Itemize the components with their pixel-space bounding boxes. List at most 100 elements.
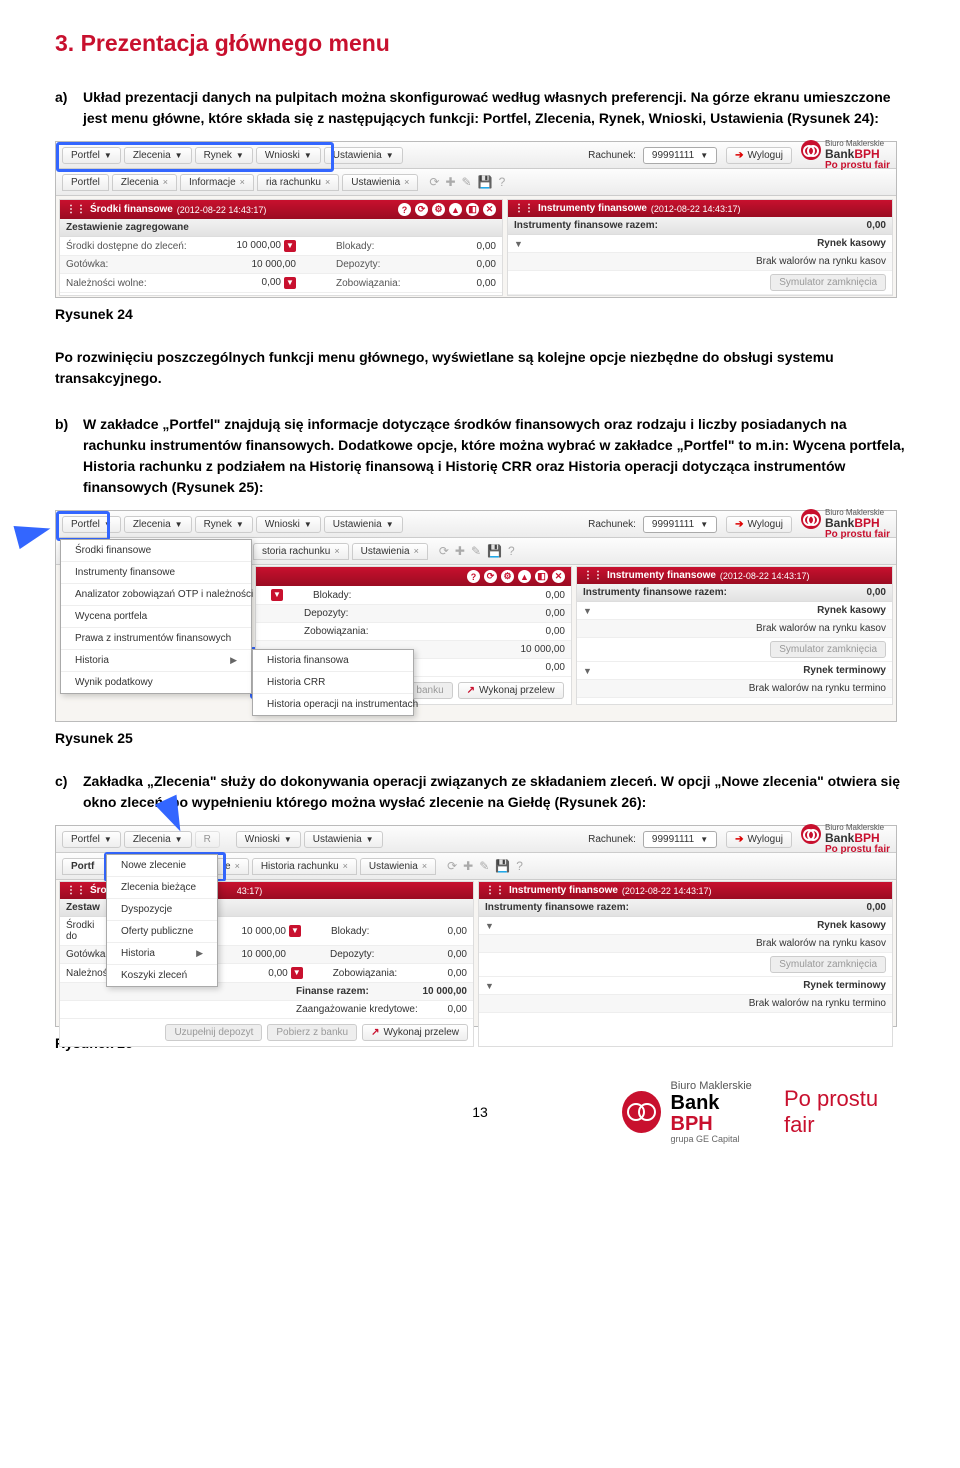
value-finanse-razem: 10 000,00 <box>386 986 467 997</box>
tab-ustawienia[interactable]: Ustawienia× <box>352 543 428 560</box>
menu-zlecenia[interactable]: Zlecenia▼ <box>124 516 192 533</box>
label-naleznosci: Należności wolne: <box>66 278 216 289</box>
chevron-down-icon: ▼ <box>175 151 183 160</box>
logout-button[interactable]: ➔Wyloguj <box>726 516 792 533</box>
dd-analizator[interactable]: Analizator zobowiązań OTP i należności <box>61 584 251 606</box>
dd-historia-crr[interactable]: Historia CRR <box>253 672 413 694</box>
menu-zlecenia[interactable]: Zlecenia▼ <box>124 147 192 164</box>
close-icon[interactable]: × <box>325 177 330 187</box>
paragraph-a: a) Układ prezentacji danych na pulpitach… <box>55 87 905 129</box>
tab-zlecenia[interactable]: Zlecenia× <box>112 174 177 191</box>
value-blokady: 0,00 <box>426 241 496 252</box>
menu-wnioski[interactable]: Wnioski▼ <box>256 516 321 533</box>
dd-dyspozycje[interactable]: Dyspozycje <box>107 899 217 921</box>
dd-nowe-zlecenie[interactable]: Nowe zlecenie <box>107 855 217 877</box>
tab-ustawienia[interactable]: Ustawienia× <box>360 858 436 875</box>
close-icon[interactable]: ✕ <box>483 203 496 216</box>
tab-historia[interactable]: Historia rachunku× <box>252 858 357 875</box>
dd-wycena[interactable]: Wycena portfela <box>61 606 251 628</box>
menu-wnioski[interactable]: Wnioski▼ <box>236 831 301 848</box>
menu-portfel[interactable]: Portfel▼ <box>62 147 121 164</box>
chevron-down-icon: ▼ <box>386 151 394 160</box>
grip-icon[interactable]: ⋮⋮ <box>66 204 86 215</box>
menu-portfel[interactable]: Portfel▼ <box>62 831 121 848</box>
account-selector[interactable]: 99991111▼ <box>643 516 717 533</box>
dropdown-zlecenia: Nowe zlecenie Zlecenia bieżące Dyspozycj… <box>106 854 218 987</box>
menu-portfel[interactable]: Portfel▼ <box>62 516 121 533</box>
save-icon[interactable]: 💾 <box>478 175 493 189</box>
value-zobowiazania: 0,00 <box>426 278 496 289</box>
refresh-icon[interactable]: ⟳ <box>429 175 439 189</box>
menu-rynek[interactable]: Rynek▼ <box>195 147 253 164</box>
tab-portfel[interactable]: Portf <box>62 858 110 875</box>
msg-brak-terminowy: Brak walorów na rynku termino <box>749 683 886 694</box>
main-menu-bar: Portfel▼ Zlecenia▼ Rynek▼ Wnioski▼ Ustaw… <box>56 142 896 169</box>
dropdown-portfel: Środki finansowe Instrumenty finansowe A… <box>60 539 252 694</box>
tab-ustawienia[interactable]: Ustawienia× <box>342 174 418 191</box>
grip-icon[interactable]: ⋮⋮ <box>514 203 534 214</box>
config-icon[interactable]: ⚙ <box>432 203 445 216</box>
menu-ustawienia[interactable]: Ustawienia▼ <box>304 831 383 848</box>
refresh-icon[interactable]: ⟳ <box>415 203 428 216</box>
text-after-24: Po rozwinięciu poszczególnych funkcji me… <box>55 347 905 389</box>
logout-button[interactable]: ➔Wyloguj <box>726 147 792 164</box>
dd-prawa[interactable]: Prawa z instrumentów finansowych <box>61 628 251 650</box>
menu-wnioski[interactable]: Wnioski▼ <box>256 147 321 164</box>
tab-historia[interactable]: storia rachunku× <box>253 543 349 560</box>
item-text-c: Zakładka „Zlecenia" służy do dokonywania… <box>83 771 905 813</box>
symulator-button[interactable]: Symulator zamknięcia <box>770 274 886 291</box>
dd-instrumenty[interactable]: Instrumenty finansowe <box>61 562 251 584</box>
pencil-icon[interactable]: ✎ <box>462 175 472 189</box>
item-letter-c: c) <box>55 771 83 813</box>
menu-rynek[interactable]: R <box>195 831 220 848</box>
dd-historia-operacji[interactable]: Historia operacji na instrumentach <box>253 694 413 715</box>
expand-icon[interactable]: ▼ <box>284 277 296 289</box>
transfer-button[interactable]: ↗Wykonaj przelew <box>458 682 564 699</box>
help-icon[interactable]: ? <box>398 203 411 216</box>
close-icon[interactable]: × <box>163 177 168 187</box>
menu-zlecenia[interactable]: Zlecenia▼ <box>124 831 192 848</box>
label-kredyt: Zaangażowanie kredytowe: <box>266 1004 436 1015</box>
close-icon[interactable]: × <box>240 177 245 187</box>
dd-historia[interactable]: Historia▶ <box>107 943 217 965</box>
logout-icon: ➔ <box>735 150 743 161</box>
pin-icon[interactable]: ◧ <box>466 203 479 216</box>
chevron-down-icon: ▼ <box>304 151 312 160</box>
help-icon[interactable]: ? <box>499 175 506 189</box>
expand-icon[interactable]: ▼ <box>284 240 296 252</box>
tab-informacje[interactable]: Informacje× <box>180 174 254 191</box>
menu-ustawienia[interactable]: Ustawienia▼ <box>324 516 403 533</box>
account-selector[interactable]: 99991111▼ <box>643 147 717 164</box>
plus-icon[interactable]: ✚ <box>445 175 455 189</box>
dd-wynik[interactable]: Wynik podatkowy <box>61 672 251 693</box>
dd-koszyki[interactable]: Koszyki zleceń <box>107 965 217 986</box>
account-selector[interactable]: 99991111▼ <box>643 831 717 848</box>
deposit-button[interactable]: Uzupełnij depozyt <box>165 1024 262 1041</box>
close-icon[interactable]: × <box>404 177 409 187</box>
value-srodki-dostepne: 10 000,00 <box>237 240 282 251</box>
dd-historia[interactable]: Historia▶ <box>61 650 251 672</box>
menu-ustawienia[interactable]: Ustawienia▼ <box>324 147 403 164</box>
figure-24-caption: Rysunek 24 <box>55 306 905 322</box>
menu-rynek[interactable]: Rynek▼ <box>195 516 253 533</box>
footer-logo-icon <box>622 1091 661 1133</box>
symulator-button[interactable]: Symulator zamknięcia <box>770 641 886 658</box>
tab-informacje[interactable]: e× <box>216 858 249 875</box>
figure-25: Portfel▼ Zlecenia▼ Rynek▼ Wnioski▼ Ustaw… <box>55 510 897 722</box>
label-rynek-terminowy: Rynek terminowy <box>803 665 886 676</box>
chevron-down-icon[interactable]: ▼ <box>514 239 523 249</box>
dd-oferty[interactable]: Oferty publiczne <box>107 921 217 943</box>
logout-button[interactable]: ➔Wyloguj <box>726 831 792 848</box>
footer-slogan: Po prostu fair <box>784 1086 905 1138</box>
symulator-button[interactable]: Symulator zamknięcia <box>770 956 886 973</box>
bank-button[interactable]: Pobierz z banku <box>267 1024 357 1041</box>
up-icon[interactable]: ▲ <box>449 203 462 216</box>
dd-srodki[interactable]: Środki finansowe <box>61 540 251 562</box>
tabs-bar: Portfel Zlecenia× Informacje× ria rachun… <box>56 169 896 196</box>
transfer-button[interactable]: ↗Wykonaj przelew <box>362 1024 468 1041</box>
account-label: Rachunek: <box>588 150 636 161</box>
tab-historia[interactable]: ria rachunku× <box>257 174 339 191</box>
tab-portfel[interactable]: Portfel <box>62 174 109 191</box>
dd-zlecenia-biezace[interactable]: Zlecenia bieżące <box>107 877 217 899</box>
dd-historia-finansowa[interactable]: Historia finansowa <box>253 650 413 672</box>
